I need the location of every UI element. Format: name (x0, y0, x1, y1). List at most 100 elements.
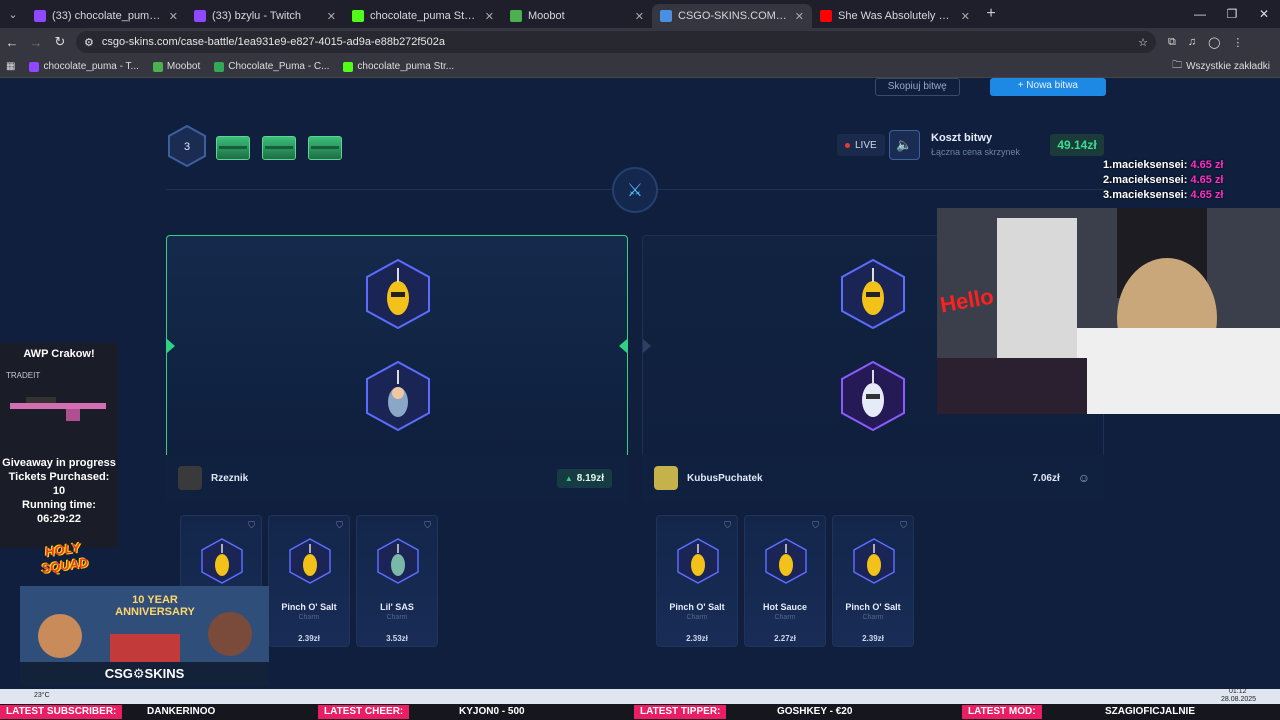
tab-favicon-icon (34, 10, 46, 22)
ticker-label: LATEST SUBSCRIBER: (0, 705, 123, 719)
stream-ticker: LATEST SUBSCRIBER: DANKERINOO LATEST CHE… (0, 704, 1280, 720)
player-2-bar: KubusPuchatek 7.06zł ☺ (642, 455, 1104, 501)
drop-type: Charm (686, 614, 708, 621)
battle-cost-value: 49.14zł (1050, 134, 1104, 156)
weather-temp: 23°C (34, 692, 50, 699)
tab-close-icon[interactable]: ✕ (795, 10, 804, 23)
webcam-overlay: Hello (937, 208, 1280, 414)
browser-tab[interactable]: (33) chocolate_puma - Twitch ✕ (26, 4, 186, 28)
drop-item-hex (765, 538, 807, 584)
tab-title: (33) chocolate_puma - Twitch (52, 10, 163, 22)
clock-time: 01:12 (1229, 688, 1247, 695)
new-tab-button[interactable]: + (978, 5, 1004, 23)
leader-row: 3.macieksensei: 4.65 zł (1103, 189, 1224, 201)
tab-favicon-icon (510, 10, 522, 22)
drop-type: Charm (862, 614, 884, 621)
drop-item-hex (289, 538, 331, 584)
apps-icon[interactable]: ▦ (6, 61, 15, 72)
url-bar[interactable]: ⚙ csgo-skins.com/case-battle/1ea931e9-e8… (76, 31, 1156, 53)
player-name[interactable]: KubusPuchatek (687, 473, 763, 484)
windows-taskbar: 23°C 01:12 28.08.2025 (0, 688, 1280, 704)
tab-search-icon[interactable]: ⌄ (0, 8, 26, 21)
drop-price: 2.39zł (686, 634, 708, 643)
bookmark-star-icon[interactable]: ☆ (1138, 36, 1148, 49)
drop-name: Lil' SAS (380, 602, 414, 612)
media-icon[interactable]: ♫ (1188, 36, 1196, 49)
tab-close-icon[interactable]: ✕ (485, 10, 494, 23)
giveaway-status: Giveaway in progress Tickets Purchased: … (2, 457, 116, 525)
drop-price: 2.27zł (774, 634, 796, 643)
menu-icon[interactable]: ⋮ (1232, 36, 1243, 49)
case-icon[interactable] (216, 136, 250, 160)
drop-card[interactable]: ⛉ Pinch O' Salt Charm 2.39zł (832, 515, 914, 647)
battle-top-nav: Skopiuj bitwę + Nowa bitwa (166, 78, 1106, 96)
profile-icon[interactable]: ◯ (1208, 36, 1220, 49)
bookmark-3[interactable]: Chocolate_Puma - C... (214, 61, 329, 72)
shield-icon: ⛉ (900, 520, 907, 530)
smiley-icon[interactable]: ☺ (1078, 471, 1090, 485)
new-battle-button[interactable]: + Nowa bitwa (989, 78, 1106, 96)
all-bookmarks[interactable]: 🗀 Wszystkie zakładki (1172, 58, 1270, 75)
bookmark-2[interactable]: Moobot (152, 61, 200, 72)
tab-close-icon[interactable]: ✕ (327, 10, 336, 23)
drop-card[interactable]: ⛉ Lil' SAS Charm 3.53zł (356, 515, 438, 647)
maximize-icon[interactable]: ❐ (1216, 0, 1248, 28)
back-icon[interactable]: ← (0, 35, 24, 50)
tab-close-icon[interactable]: ✕ (961, 10, 970, 23)
drop-item-hex (366, 258, 430, 330)
bookmark-4[interactable]: chocolate_puma Str... (343, 61, 454, 72)
leaderboard-overlay: 1.macieksensei: 4.65 zł 2.macieksensei: … (1103, 158, 1224, 203)
crossed-swords-icon: ⚔ (612, 167, 658, 213)
reel-marker-left (643, 339, 651, 353)
tab-title: CSGO-SKINS.COM - Najlep (678, 10, 789, 22)
battle-cost-title: Koszt bitwy (931, 132, 993, 144)
tab-favicon-icon (194, 10, 206, 22)
forward-icon[interactable]: → (24, 35, 48, 50)
close-window-icon[interactable]: ✕ (1248, 0, 1280, 28)
drop-card[interactable]: ⛉ Pinch O' Salt Charm 2.39zł (268, 515, 350, 647)
ticker-label: LATEST MOD: (962, 705, 1042, 719)
speaker-icon: 🔈 (896, 137, 913, 152)
browser-tab[interactable]: (33) bzylu - Twitch ✕ (186, 4, 344, 28)
browser-tab[interactable]: chocolate_puma Stream - Watc ✕ (344, 4, 502, 28)
site-info-icon[interactable]: ⚙ (84, 36, 94, 49)
bookmark-1[interactable]: chocolate_puma - T... (29, 61, 139, 72)
csgo-skins-logo: CSG⚙SKINS (20, 662, 269, 686)
player-1-bar: Rzeznik ▲ 8.19zł (166, 455, 628, 501)
ticker-value: GOSHKEY - €20 (777, 706, 853, 717)
minimize-icon[interactable]: — (1184, 0, 1216, 28)
browser-tab[interactable]: She Was Absolutely Disgusted ✕ (812, 4, 978, 28)
giveaway-title: AWP Crakow! (23, 348, 95, 360)
ticker-value: DANKERINOO (147, 706, 216, 717)
drop-card[interactable]: ⛉ Hot Sauce Charm 2.27zł (744, 515, 826, 647)
extensions-icon[interactable]: ⧉ (1168, 36, 1176, 49)
kick-icon (343, 61, 354, 72)
drop-item-hex (201, 538, 243, 584)
drop-price: 2.39zł (298, 634, 320, 643)
leader-row: 2.macieksensei: 4.65 zł (1103, 174, 1224, 186)
twitch-icon (29, 61, 40, 72)
player-1-reel (166, 235, 628, 455)
battle-cost-subtitle: Łączna cena skrzynek (931, 147, 1021, 157)
tab-close-icon[interactable]: ✕ (635, 10, 644, 23)
player-name[interactable]: Rzeznik (211, 473, 248, 484)
case-icon[interactable] (308, 136, 342, 160)
copy-battle-button[interactable]: Skopiuj bitwę (874, 78, 960, 96)
avatar[interactable] (178, 466, 202, 490)
browser-tab[interactable]: CSGO-SKINS.COM - Najlep ✕ (652, 4, 812, 28)
drop-card[interactable]: ⛉ Pinch O' Salt Charm 2.39zł (656, 515, 738, 647)
drop-item-hex (377, 538, 419, 584)
browser-tab[interactable]: Moobot ✕ (502, 4, 652, 28)
browser-tab-bar: ⌄ (33) chocolate_puma - Twitch✕(33) bzyl… (0, 0, 1280, 28)
round-number: 3 (184, 141, 190, 153)
anniversary-text: 10 YEAR ANNIVERSARY (115, 594, 195, 618)
leader-row: 1.macieksensei: 4.65 zł (1103, 159, 1224, 171)
sound-toggle-button[interactable]: 🔈 (889, 130, 920, 160)
tab-close-icon[interactable]: ✕ (169, 10, 178, 23)
avatar[interactable] (654, 466, 678, 490)
sheets-icon (214, 61, 225, 72)
case-icon[interactable] (262, 136, 296, 160)
reload-icon[interactable]: ↻ (48, 34, 72, 50)
shield-icon: ⛉ (424, 520, 431, 530)
folder-icon: 🗀 (1172, 60, 1183, 71)
